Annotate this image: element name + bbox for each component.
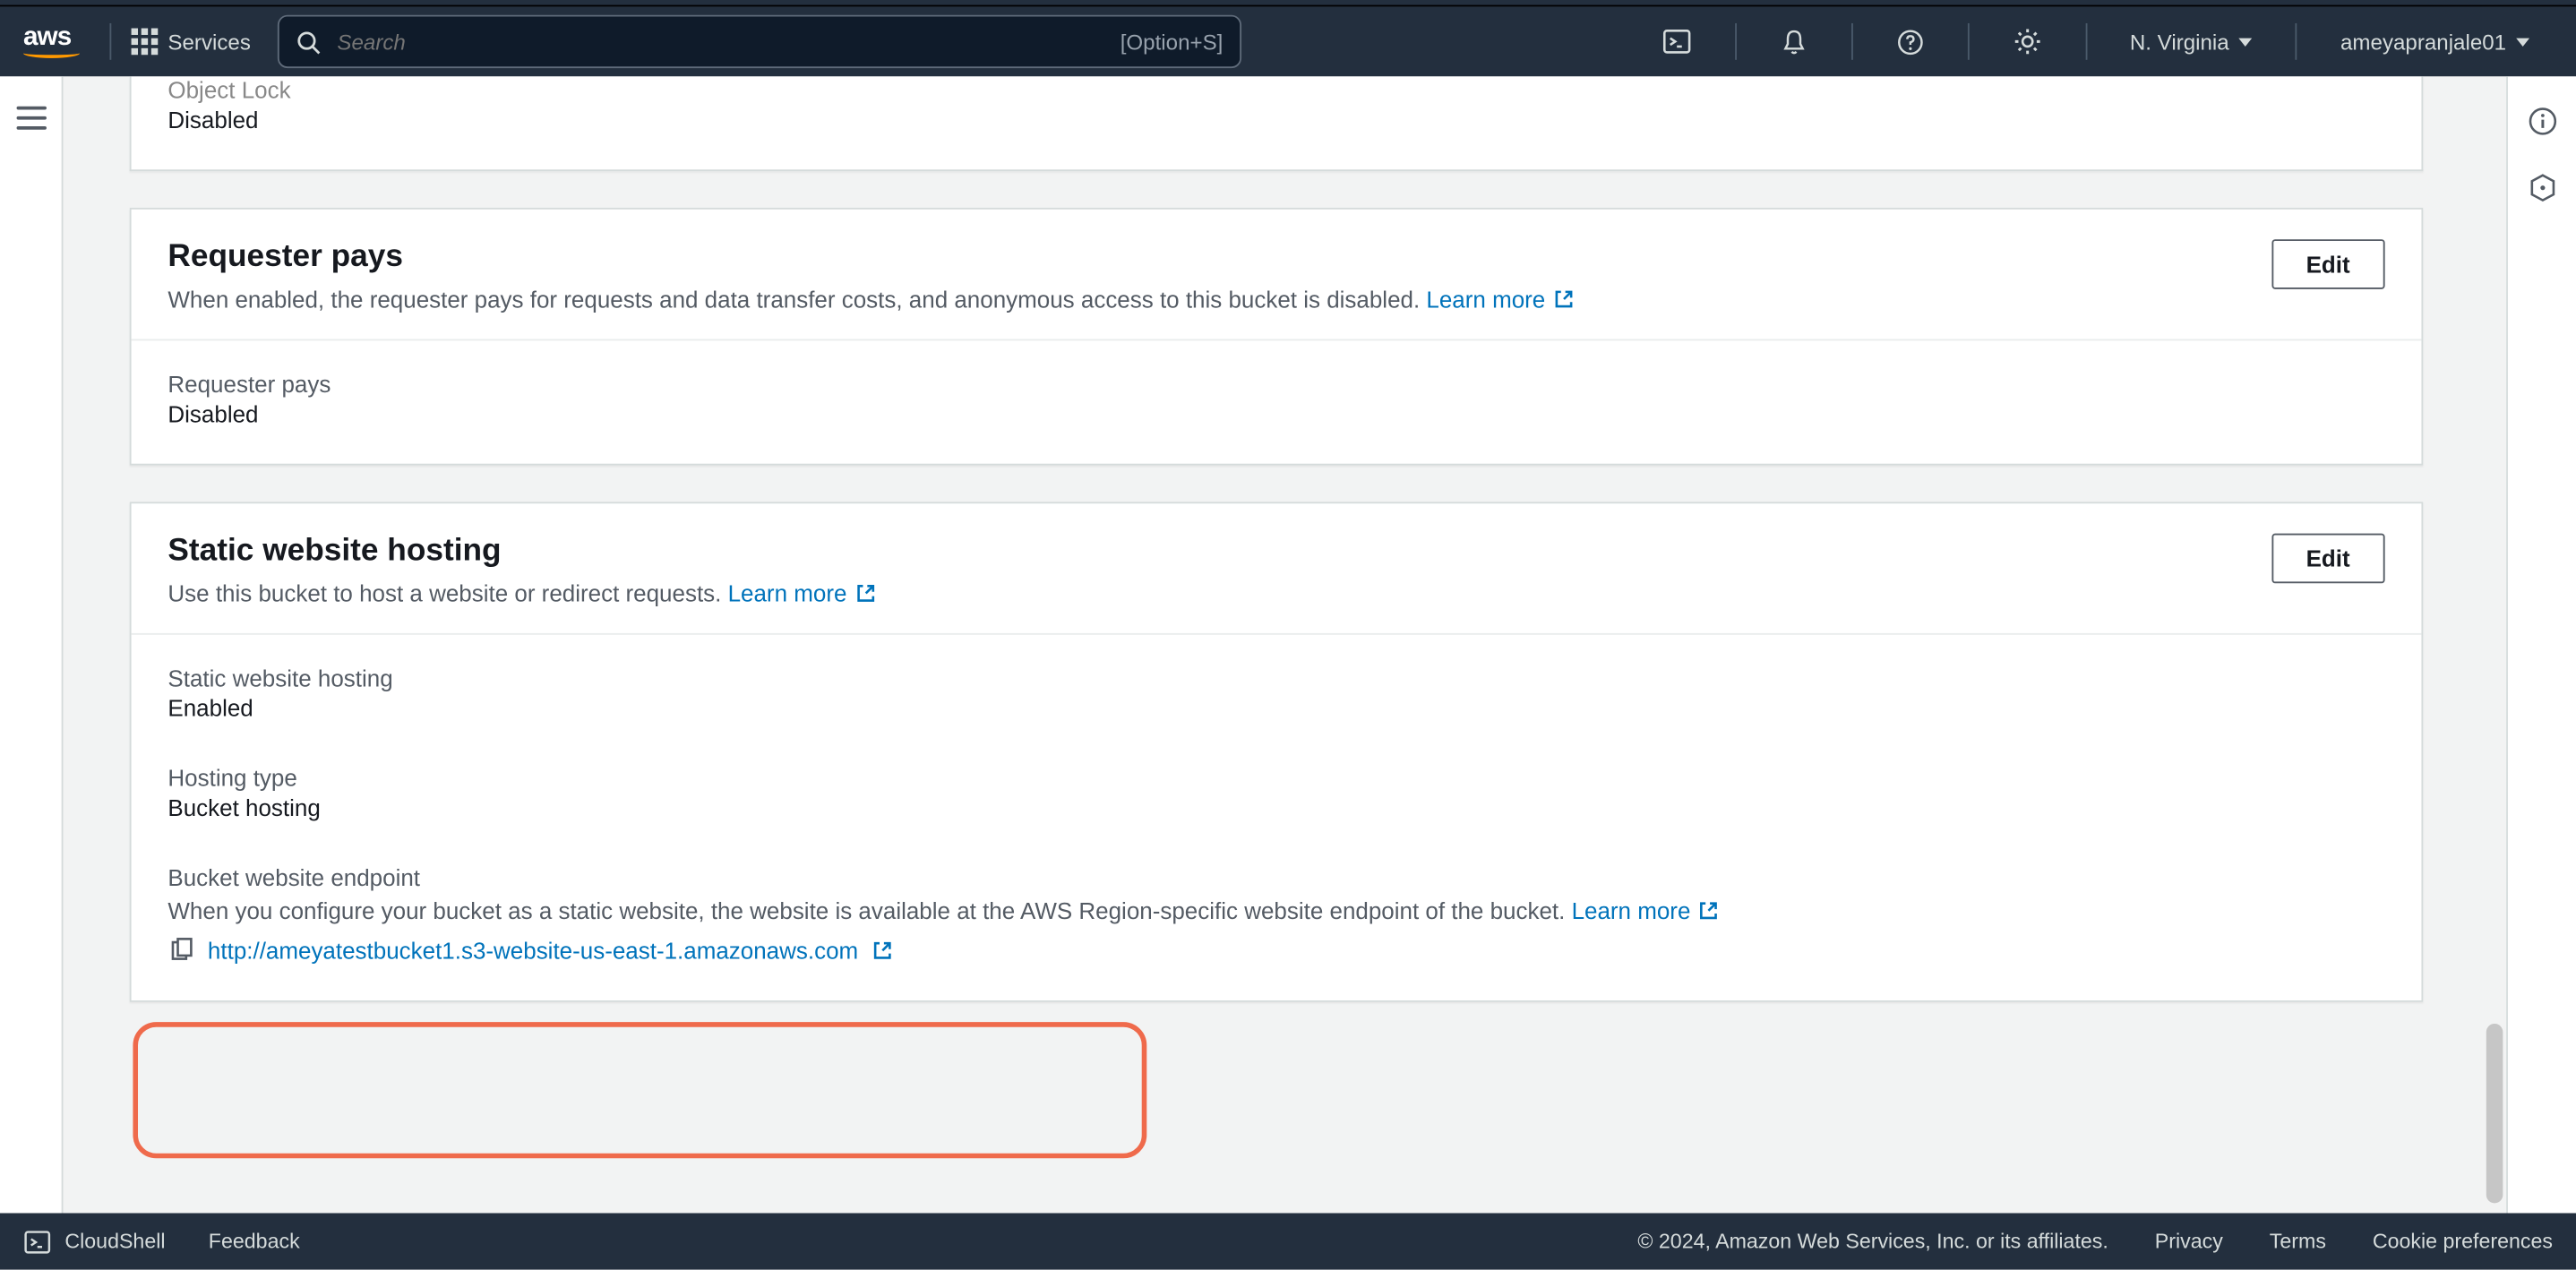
account-label: ameyapranjale01 [2340,29,2506,54]
cloudshell-footer-button[interactable]: CloudShell [23,1228,166,1257]
static-hosting-status-value: Enabled [167,695,2384,722]
cloudshell-header-button[interactable] [1638,6,1714,76]
static-hosting-status-label: Static website hosting [167,665,2384,691]
separator [1734,23,1736,60]
region-selector[interactable]: N. Virginia [2107,6,2276,76]
static-hosting-title: Static website hosting [167,534,876,571]
requester-pays-learn-more-link[interactable]: Learn more [1426,286,1575,313]
copy-endpoint-button[interactable] [167,937,194,964]
object-lock-panel: Object Lock Disabled [130,76,2424,171]
static-hosting-edit-button[interactable]: Edit [2271,534,2385,584]
main-content[interactable]: Object Lock Disabled Requester pays When… [64,76,2507,1214]
global-footer: CloudShell Feedback © 2024, Amazon Web S… [0,1214,2576,1270]
search-input[interactable] [337,29,1103,54]
info-panel-toggle[interactable] [2527,107,2556,136]
endpoint-desc-text: When you configure your bucket as a stat… [167,897,1571,924]
endpoint-url-text: http://ameyatestbucket1.s3-website-us-ea… [208,937,858,964]
notifications-button[interactable] [1756,6,1830,76]
static-hosting-desc: Use this bucket to host a website or red… [167,580,876,607]
global-header: aws Services [Option+S] [0,6,2576,76]
separator [109,23,111,60]
services-menu[interactable]: Services [132,29,251,56]
requester-pays-desc: When enabled, the requester pays for req… [167,286,1575,313]
object-lock-label: Object Lock [167,76,2384,103]
grid-icon [132,29,159,56]
help-button[interactable] [1872,6,1946,76]
requester-pays-panel: Requester pays When enabled, the request… [130,208,2424,466]
search-icon [296,29,321,54]
static-hosting-learn-more-link[interactable]: Learn more [728,580,877,607]
aws-smile-icon [23,48,80,58]
privacy-link[interactable]: Privacy [2155,1230,2223,1253]
requester-pays-title: Requester pays [167,239,1575,276]
endpoint-desc: When you configure your bucket as a stat… [167,897,2384,924]
copyright-text: © 2024, Amazon Web Services, Inc. or its… [1637,1230,2108,1253]
account-menu[interactable]: ameyapranjale01 [2317,6,2553,76]
separator [2085,23,2087,60]
cloudshell-icon [1662,27,1691,56]
separator [2296,23,2297,60]
endpoint-label: Bucket website endpoint [167,864,2384,891]
left-nav-rail [0,76,64,1214]
region-label: N. Virginia [2130,29,2229,54]
cookie-preferences-link[interactable]: Cookie preferences [2373,1230,2553,1253]
settings-button[interactable] [1988,6,2065,76]
hosting-type-value: Bucket hosting [167,794,2384,821]
chevron-down-icon [2516,38,2529,46]
terms-link[interactable]: Terms [2270,1230,2326,1253]
bell-icon [1779,28,1807,56]
requester-pays-field-label: Requester pays [167,371,2384,398]
external-link-icon [854,581,877,605]
external-link-icon [1552,287,1576,311]
right-help-rail [2506,76,2576,1214]
feedback-link[interactable]: Feedback [209,1230,300,1253]
tutorials-toggle[interactable] [2527,173,2556,202]
cloudshell-icon [23,1228,52,1257]
search-hint: [Option+S] [1121,29,1224,54]
object-lock-value: Disabled [167,107,2384,133]
static-hosting-panel: Static website hosting Use this bucket t… [130,502,2424,1002]
endpoint-url-link[interactable]: http://ameyatestbucket1.s3-website-us-ea… [208,937,895,964]
hosting-type-label: Hosting type [167,765,2384,792]
separator [1850,23,1852,60]
separator [1967,23,1969,60]
menu-toggle[interactable] [16,107,46,130]
help-icon [1895,28,1924,56]
chevron-down-icon [2239,38,2253,46]
endpoint-learn-more-link[interactable]: Learn more [1572,897,1721,924]
cloudshell-label: CloudShell [64,1230,165,1253]
top-strip [0,0,2576,6]
requester-pays-field-value: Disabled [167,400,2384,427]
requester-pays-desc-text: When enabled, the requester pays for req… [167,286,1426,313]
gear-icon [2012,27,2041,56]
requester-pays-edit-button[interactable]: Edit [2271,239,2385,289]
scrollbar-thumb[interactable] [2486,1024,2503,1203]
search-box[interactable]: [Option+S] [278,15,1241,68]
services-label: Services [167,29,251,54]
aws-logo[interactable]: aws [23,25,80,58]
external-link-icon [872,939,895,962]
static-hosting-desc-text: Use this bucket to host a website or red… [167,580,727,607]
external-link-icon [1697,899,1721,922]
